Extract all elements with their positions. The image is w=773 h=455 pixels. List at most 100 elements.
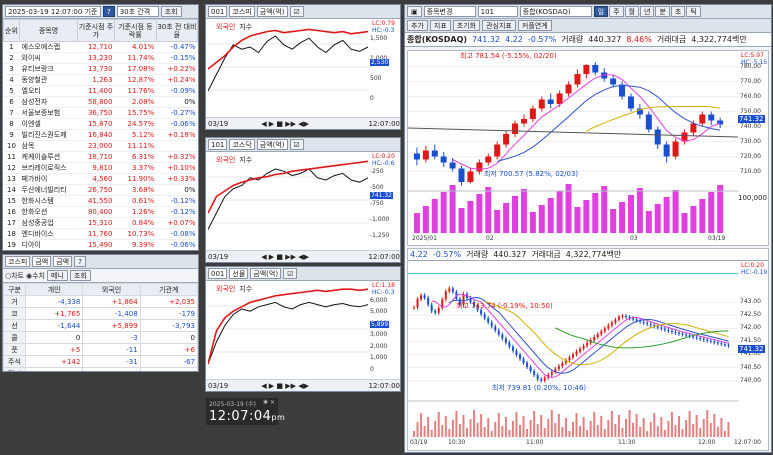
col-delta[interactable]: 30초 전 대비율 (155, 19, 198, 42)
mini-unit-select[interactable]: 금액(억) (256, 139, 288, 150)
table-cell: +4,112 (139, 367, 198, 371)
col-rank[interactable]: 순위 (3, 19, 20, 42)
col-price[interactable]: 기준시점 주가 (77, 19, 115, 42)
code-field[interactable]: 101 (477, 6, 518, 17)
volume-bar (547, 419, 550, 437)
mini-market-select[interactable]: 코스피 (229, 6, 255, 17)
period-button[interactable]: 분 (655, 6, 670, 17)
table-row[interactable]: 11 케케이솔루션 18,710 6.31% +0.32% (3, 151, 198, 163)
mini-code-field[interactable]: 001 (208, 268, 228, 279)
table-cell: 20 (4, 251, 20, 252)
col-rate[interactable]: 기준시점 등락률 (113, 19, 157, 42)
volume-bar (413, 213, 420, 233)
table-row[interactable]: 1 에스오에스랩 12,710 4.01% -0.47% (3, 41, 198, 53)
table-row[interactable]: 20LS인핸스먼트4,15012.62%-0.12% (4, 251, 198, 252)
interval-select[interactable]: 30초 간격 (116, 6, 159, 17)
mini-check-icon[interactable]: ☑ (289, 6, 304, 17)
help-button-2[interactable]: ? (74, 256, 86, 267)
table-row[interactable]: 14 두산에너빌리티 26,750 3.68% 0% (3, 184, 198, 196)
table-row[interactable]: 10 삼목 23,000 11.11% (3, 140, 198, 152)
candle (660, 327, 663, 329)
candle (582, 345, 585, 349)
mini-code-field[interactable]: 101 (208, 139, 228, 150)
table-row[interactable]: 9 빌리진스퀀도제 16,840 5.12% +0.18% (3, 129, 198, 141)
period-button[interactable]: 일 (593, 6, 609, 17)
period-button[interactable]: 년 (639, 6, 655, 17)
market-select[interactable]: 코스피 (5, 256, 31, 267)
scroll-controls[interactable]: ◀ ▶ ■ ▶▶ ◀▶ (261, 253, 309, 261)
table-row[interactable]: 19 디아이 15,490 9.39% -0.06% (3, 239, 198, 250)
table-cell: 10.73% (114, 228, 157, 240)
add-button[interactable]: 추가 (407, 20, 428, 31)
settings-icon[interactable]: ✱ ✕ (263, 399, 275, 408)
table-row[interactable]: 3 유티브랑크 13,730 17.08% +0.22% (3, 63, 198, 75)
candle (610, 322, 613, 326)
period-button[interactable]: 초 (670, 6, 686, 17)
table-cell: 12,710 (77, 41, 115, 53)
table-row[interactable]: 16 한화오션 80,400 1.26% -0.12% (3, 206, 198, 218)
candle (529, 366, 532, 371)
period-button[interactable]: 주 (609, 6, 624, 17)
mini-market-select[interactable]: 선물 (229, 268, 249, 279)
mini-check-icon[interactable]: ☑ (283, 268, 298, 279)
volume-bar (716, 427, 719, 437)
couple-button[interactable]: 커플연계 (517, 20, 552, 31)
volume-bar (627, 195, 634, 233)
fav-indicator-button[interactable]: 관심지표 (482, 20, 516, 31)
detail-button[interactable]: 메니 (47, 270, 68, 281)
col-name[interactable]: 종목명 (19, 19, 78, 42)
candle (494, 144, 501, 157)
mini-date: 03/19 (208, 252, 229, 261)
volume-bar (540, 415, 543, 437)
radio-sum[interactable]: ◉수치 (26, 271, 45, 281)
query-button[interactable]: 조회 (160, 6, 182, 17)
table-row[interactable]: 8 이엔셀 15,870 24.57% -0.06% (3, 118, 198, 130)
table-row[interactable]: 7 서울보증보험 36,750 15.75% -0.27% (3, 107, 198, 119)
volume-bar (617, 415, 620, 437)
table-row[interactable]: 15 한화시스템 41,550 0.61% -0.12% (3, 195, 198, 207)
unit-select[interactable]: 금액 (53, 256, 73, 267)
table-row[interactable]: 13 페가바이 4,560 11.90% +0.33% (3, 173, 198, 185)
candle (635, 319, 638, 321)
volume-bar (533, 411, 536, 437)
mini-check-icon[interactable]: ☑ (289, 139, 304, 150)
table-cell: 9.39% (114, 239, 157, 250)
tab-change[interactable]: 종목변경 (423, 6, 476, 17)
candle (501, 334, 504, 339)
name-field[interactable]: 종합(KOSDAQ) (519, 6, 592, 17)
investor-query-button[interactable]: 조회 (69, 270, 91, 281)
table-cell: 이엔셀 (19, 118, 78, 130)
info-price: 741.32 (472, 35, 501, 44)
table-row[interactable]: 6 삼성전자 58,800 2.08% 0% (3, 96, 198, 108)
table-row[interactable]: 4 동양철관 1,263 12.87% +0.24% (3, 74, 198, 86)
candle (437, 308, 440, 313)
mini-code-field[interactable]: 001 (208, 6, 228, 17)
table-cell: -179 (139, 307, 198, 320)
scroll-controls[interactable]: ◀ ▶ ■ ▶▶ ◀▶ (261, 382, 309, 390)
radio-chart[interactable]: ○차트 (5, 271, 24, 281)
price-select[interactable]: 금액 (32, 256, 52, 267)
mini-unit-select[interactable]: 금액(억) (256, 6, 288, 17)
reset-button[interactable]: 초기화 (452, 20, 481, 31)
mini-unit-select[interactable]: 금액(억) (250, 268, 282, 279)
scroll-controls[interactable]: ◀ ▶ ■ ▶▶ ◀▶ (261, 120, 309, 128)
mini-market-select[interactable]: 코스닥 (229, 139, 255, 150)
table-row[interactable]: 18 엔디바이스 11,760 10.73% -0.08% (3, 228, 198, 240)
help-button[interactable]: ? (103, 6, 115, 17)
trend-line (408, 127, 738, 138)
table-row[interactable]: 2 와이씨 13,230 11.74% -0.15% (3, 52, 198, 64)
table-row[interactable]: 17 삼성중공업 15,310 0.84% +0.07% (3, 217, 198, 229)
period-button[interactable]: 틱 (686, 6, 701, 17)
table-cell: 0 (139, 331, 198, 344)
volume-bar (416, 422, 419, 437)
table-row[interactable]: 5 엘오티 11,400 11.76% -0.09% (3, 85, 198, 97)
candle (449, 162, 456, 169)
indicator-button[interactable]: 지표 (429, 20, 451, 31)
volume-bar (469, 419, 472, 437)
table-row[interactable]: 12 브리레이로직스 9,810 3.37% +0.10% (3, 162, 198, 174)
candle (504, 338, 507, 343)
period-button[interactable]: 월 (624, 6, 639, 17)
volume-bar (431, 199, 438, 233)
icon-button[interactable]: ▣ (407, 6, 422, 17)
axis-tick: 743.00 (740, 298, 761, 306)
